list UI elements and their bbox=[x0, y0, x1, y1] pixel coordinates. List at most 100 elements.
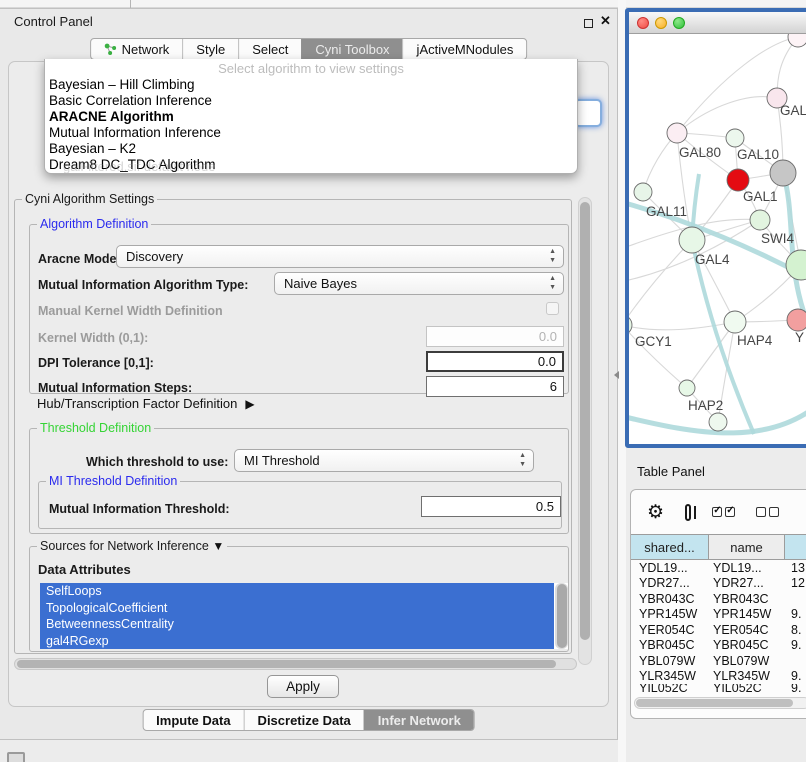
column-header-shared-name[interactable]: shared... bbox=[631, 535, 709, 559]
table-row[interactable]: YER054CYER054C8. bbox=[631, 622, 806, 638]
column-header-name[interactable]: name bbox=[709, 535, 785, 559]
cell[interactable]: YBR043C bbox=[709, 592, 785, 606]
network-node[interactable] bbox=[667, 123, 687, 143]
cell[interactable]: 9. bbox=[785, 669, 806, 683]
list-scrollbar[interactable] bbox=[555, 583, 568, 649]
network-node[interactable] bbox=[787, 309, 806, 331]
network-node[interactable] bbox=[724, 311, 746, 333]
cell[interactable]: YER054C bbox=[631, 623, 709, 637]
table-horizontal-scrollbar[interactable] bbox=[634, 697, 806, 709]
cell[interactable]: YDL19... bbox=[709, 561, 785, 575]
network-node[interactable] bbox=[750, 210, 770, 230]
cell[interactable]: YER054C bbox=[709, 623, 785, 637]
tab-style[interactable]: Style bbox=[182, 39, 238, 59]
apply-button[interactable]: Apply bbox=[267, 675, 339, 698]
algorithm-combobox[interactable] bbox=[574, 99, 602, 127]
column-header-partial[interactable] bbox=[785, 535, 806, 559]
mi-type-select[interactable]: Naive Bayes bbox=[274, 272, 564, 295]
dropdown-item[interactable]: Bayesian – Hill Climbing bbox=[45, 77, 577, 93]
tab-infer-network[interactable]: Infer Network bbox=[364, 710, 474, 730]
network-node[interactable] bbox=[629, 315, 632, 335]
splitter-collapse-icon[interactable] bbox=[610, 371, 619, 379]
cell[interactable]: YIL052C bbox=[709, 684, 785, 692]
list-item-selected[interactable]: gal4RGexp bbox=[40, 633, 554, 650]
scrollbar-thumb[interactable] bbox=[580, 202, 590, 640]
cell[interactable]: YBR045C bbox=[631, 638, 709, 652]
cell[interactable]: YPR145W bbox=[631, 607, 709, 621]
gear-icon[interactable]: ⚙ bbox=[647, 503, 664, 522]
network-node[interactable] bbox=[726, 129, 744, 147]
deselect-all-icon[interactable] bbox=[756, 507, 779, 517]
minimize-window-button[interactable] bbox=[655, 17, 667, 29]
cell[interactable]: YDR27... bbox=[709, 576, 785, 590]
tab-discretize-data[interactable]: Discretize Data bbox=[244, 710, 364, 730]
tab-network[interactable]: Network bbox=[91, 39, 183, 59]
cell[interactable]: YLR345W bbox=[631, 669, 709, 683]
cell[interactable]: 9. bbox=[785, 607, 806, 621]
scrollbar-thumb[interactable] bbox=[636, 699, 793, 707]
kernel-width-field[interactable]: 0.0 bbox=[426, 326, 564, 347]
float-panel-icon[interactable] bbox=[584, 19, 593, 28]
dropdown-item[interactable]: Basic Correlation Inference bbox=[45, 93, 577, 109]
list-item-selected[interactable]: TopologicalCoefficient bbox=[40, 600, 554, 617]
cell[interactable]: 8. bbox=[785, 623, 806, 637]
table-row[interactable]: YDL19...YDL19...13 bbox=[631, 560, 806, 576]
cell[interactable]: YBL079W bbox=[709, 654, 785, 668]
cell[interactable]: 9. bbox=[785, 638, 806, 652]
cell[interactable]: YBL079W bbox=[631, 654, 709, 668]
network-node[interactable] bbox=[788, 34, 806, 47]
cell[interactable]: 12 bbox=[785, 576, 806, 590]
settings-horizontal-scrollbar[interactable] bbox=[14, 658, 577, 670]
network-node[interactable] bbox=[786, 250, 806, 280]
zoom-window-button[interactable] bbox=[673, 17, 685, 29]
aracne-mode-select[interactable]: Discovery bbox=[116, 245, 564, 268]
table-row[interactable]: YIL052CYIL052C9. bbox=[631, 684, 806, 692]
dpi-tolerance-field[interactable]: 0.0 bbox=[426, 351, 564, 372]
network-node[interactable] bbox=[770, 160, 796, 186]
column-browser-icon[interactable] bbox=[685, 504, 691, 521]
network-node-selected[interactable] bbox=[727, 169, 749, 191]
network-node[interactable] bbox=[634, 183, 652, 201]
dropdown-item-selected[interactable]: ARACNE Algorithm bbox=[45, 109, 577, 125]
cell[interactable]: YIL052C bbox=[631, 684, 709, 692]
mi-steps-field[interactable]: 6 bbox=[426, 376, 564, 397]
table-row[interactable]: YBR045CYBR045C9. bbox=[631, 638, 806, 654]
table-row[interactable]: YDR27...YDR27...12 bbox=[631, 576, 806, 592]
scrollbar-thumb[interactable] bbox=[557, 584, 567, 648]
cell[interactable]: YPR145W bbox=[709, 607, 785, 621]
network-node[interactable] bbox=[679, 380, 695, 396]
network-window-titlebar[interactable] bbox=[629, 12, 806, 34]
table-row[interactable]: YBR043CYBR043C bbox=[631, 591, 806, 607]
manual-kernel-checkbox[interactable] bbox=[546, 302, 559, 315]
collapsed-panel-icon[interactable] bbox=[7, 752, 25, 762]
collapse-arrow-icon[interactable]: ▼ bbox=[212, 539, 224, 553]
network-node[interactable] bbox=[679, 227, 705, 253]
table-row[interactable]: YPR145WYPR145W9. bbox=[631, 607, 806, 623]
cell[interactable]: YDL19... bbox=[631, 561, 709, 575]
which-threshold-select[interactable]: MI Threshold bbox=[234, 449, 534, 472]
cell[interactable]: YLR345W bbox=[709, 669, 785, 683]
dropdown-item[interactable]: Bayesian – K2 bbox=[45, 141, 577, 157]
cell[interactable]: YBR043C bbox=[631, 592, 709, 606]
cell[interactable]: YDR27... bbox=[631, 576, 709, 590]
tab-impute-data[interactable]: Impute Data bbox=[143, 710, 243, 730]
list-item-selected[interactable]: SelfLoops bbox=[40, 583, 554, 600]
scrollbar-thumb[interactable] bbox=[17, 660, 556, 668]
tab-cyni-toolbox[interactable]: Cyni Toolbox bbox=[301, 39, 402, 59]
cell[interactable]: 9. bbox=[785, 684, 806, 692]
close-window-button[interactable] bbox=[637, 17, 649, 29]
tab-select[interactable]: Select bbox=[238, 39, 301, 59]
mi-threshold-field[interactable]: 0.5 bbox=[421, 496, 561, 517]
cell[interactable]: YBR045C bbox=[709, 638, 785, 652]
network-node[interactable] bbox=[709, 413, 727, 431]
network-canvas[interactable]: GAL GAL80 GAL10 GAL1 GAL11 SWI4 GAL4 GCY… bbox=[629, 34, 806, 443]
tab-jactivemnodules[interactable]: jActiveMNodules bbox=[403, 39, 527, 59]
dropdown-item[interactable]: Mutual Information Inference bbox=[45, 125, 577, 141]
hub-tf-definition-toggle[interactable]: Hub/Transcription Factor Definition ▶ bbox=[37, 396, 255, 411]
cell[interactable]: 13 bbox=[785, 561, 806, 575]
select-all-icon[interactable] bbox=[712, 507, 735, 517]
settings-vertical-scrollbar[interactable] bbox=[578, 197, 592, 665]
table-row[interactable]: YBL079WYBL079W bbox=[631, 653, 806, 669]
close-panel-icon[interactable]: ✕ bbox=[600, 13, 611, 29]
list-item-selected[interactable]: BetweennessCentrality bbox=[40, 616, 554, 633]
